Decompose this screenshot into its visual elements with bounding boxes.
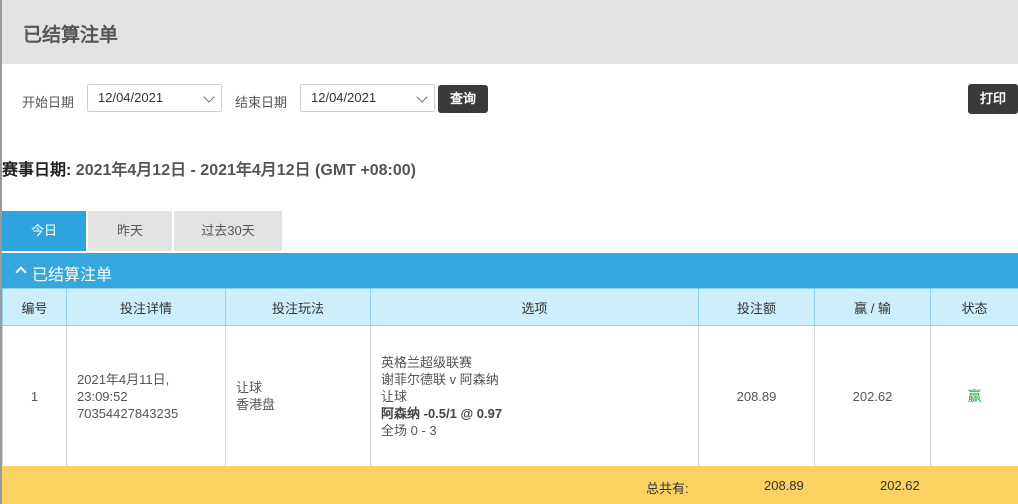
- start-date-select[interactable]: 12/04/2021: [87, 84, 222, 112]
- bet-detail: 2021年4月11日, 23:09:52 70354427843235: [66, 325, 226, 466]
- bet-status: 赢: [930, 325, 1018, 466]
- section-title: 已结算注单: [32, 267, 113, 284]
- status-badge: 赢: [967, 388, 982, 404]
- chevron-up-icon: [15, 266, 27, 278]
- totals-row: 总共有: 208.89 202.62: [2, 466, 1018, 504]
- column-header: 选项: [370, 288, 699, 326]
- tab-today[interactable]: 今日: [2, 211, 86, 251]
- play-odds-format: 香港盘: [236, 397, 276, 412]
- column-header: 投注详情: [66, 288, 226, 326]
- tab-last-30-days[interactable]: 过去30天: [174, 211, 282, 251]
- end-date-label: 结束日期: [235, 95, 288, 110]
- tab-yesterday[interactable]: 昨天: [88, 211, 172, 251]
- play-type: 让球: [236, 380, 263, 395]
- search-button[interactable]: 查询: [438, 85, 488, 113]
- bet-date: 2021年4月11日,: [77, 371, 170, 387]
- option-pick: 阿森纳 -0.5/1 @ 0.97: [381, 405, 503, 421]
- section-header[interactable]: 已结算注单: [2, 253, 1018, 288]
- page: 已结算注单 开始日期 12/04/2021 结束日期 12/04/2021 查询…: [0, 0, 1018, 504]
- page-header: 已结算注单: [2, 0, 1018, 64]
- table-row: 1 2021年4月11日, 23:09:52 70354427843235 让球…: [2, 325, 1018, 466]
- column-header: 赢 / 输: [814, 288, 931, 326]
- bet-id: 1: [2, 325, 67, 466]
- table-header-row: 编号 投注详情 投注玩法 选项 投注额 赢 / 输 状态: [2, 288, 1018, 326]
- end-date-select[interactable]: 12/04/2021: [300, 84, 435, 112]
- bet-win-loss: 202.62: [814, 325, 931, 466]
- print-button[interactable]: 打印: [968, 84, 1018, 114]
- event-date-label: 赛事日期:: [2, 162, 72, 179]
- bet-stake: 208.89: [698, 325, 815, 466]
- bet-reference: 70354427843235: [77, 405, 179, 421]
- event-date-value: 2021年4月12日 - 2021年4月12日 (GMT +08:00): [75, 162, 416, 179]
- column-header: 状态: [930, 288, 1018, 326]
- page-title: 已结算注单: [23, 25, 119, 46]
- column-header: 编号: [2, 288, 67, 326]
- end-date-value: 12/04/2021: [311, 90, 377, 105]
- totals-win-loss: 202.62: [880, 478, 920, 493]
- option-result: 全场 0 - 3: [381, 422, 437, 438]
- chevron-down-icon: [203, 91, 215, 103]
- option-league: 英格兰超级联赛: [381, 354, 473, 370]
- bet-play: 让球 香港盘: [225, 325, 371, 466]
- bet-option: 英格兰超级联赛 谢菲尔德联 v 阿森纳 让球 阿森纳 -0.5/1 @ 0.97…: [370, 325, 699, 466]
- bet-time: 23:09:52: [77, 388, 128, 404]
- totals-stake: 208.89: [764, 478, 804, 493]
- option-market: 让球: [381, 388, 408, 404]
- column-header: 投注玩法: [225, 288, 371, 326]
- option-match: 谢菲尔德联 v 阿森纳: [381, 371, 499, 387]
- column-header: 投注额: [698, 288, 815, 326]
- start-date-label: 开始日期: [22, 95, 75, 110]
- totals-label: 总共有:: [646, 481, 689, 496]
- event-date: 赛事日期: 2021年4月12日 - 2021年4月12日 (GMT +08:0…: [2, 156, 416, 180]
- start-date-value: 12/04/2021: [98, 90, 164, 105]
- bets-table: 编号 投注详情 投注玩法 选项 投注额 赢 / 输 状态 1 2021年4月11…: [2, 288, 1018, 466]
- chevron-down-icon: [416, 91, 428, 103]
